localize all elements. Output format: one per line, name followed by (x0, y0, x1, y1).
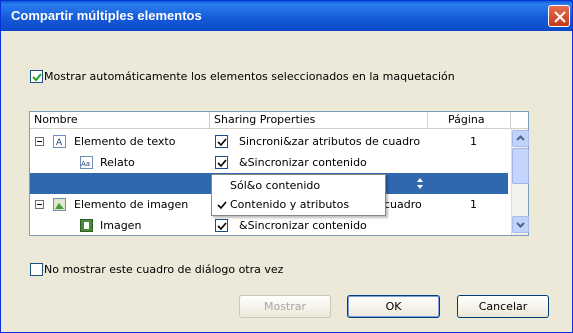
show-button[interactable]: Mostrar (239, 295, 331, 318)
dont-show-checkbox[interactable] (30, 263, 43, 276)
story-icon: Aa (80, 156, 93, 169)
collapse-icon[interactable] (35, 137, 44, 146)
sharing-dropdown-menu: Sól&o contenido Contenido y atributos (211, 174, 386, 216)
vertical-scrollbar[interactable] (511, 129, 529, 235)
column-header-page[interactable]: Página (428, 112, 511, 129)
scroll-up-button[interactable] (512, 130, 529, 147)
row-page: 1 (470, 135, 477, 148)
dont-show-label: No mostrar este cuadro de diálogo otra v… (44, 263, 284, 276)
sync-checkbox[interactable] (215, 135, 228, 148)
row-sharing: Sincroni&zar atributos de cuadro (239, 135, 421, 148)
sync-checkbox[interactable] (215, 156, 228, 169)
row-sharing: cuadro (384, 198, 422, 211)
column-header-sharing[interactable]: Sharing Properties (210, 112, 428, 129)
dialog-title: Compartir múltiples elementos (11, 8, 202, 23)
image-icon (80, 219, 93, 232)
collapse-icon[interactable] (35, 200, 44, 209)
row-name: Elemento de imagen (74, 198, 189, 211)
checkmark-icon (32, 73, 42, 82)
svg-text:Aa: Aa (81, 160, 90, 168)
column-header-name[interactable]: Nombre (30, 112, 210, 129)
row-page: 1 (470, 198, 477, 211)
scroll-thumb[interactable] (512, 148, 529, 184)
title-bar[interactable]: Compartir múltiples elementos (1, 1, 572, 31)
svg-text:A: A (56, 138, 63, 148)
row-name: Elemento de texto (74, 135, 176, 148)
share-multiple-dialog: Compartir múltiples elementos Mostrar au… (0, 0, 573, 333)
chevron-up-icon (516, 135, 525, 141)
checkmark-icon (217, 222, 227, 231)
row-name: Relato (100, 156, 135, 169)
menu-item-content-only[interactable]: Sól&o contenido (212, 176, 385, 196)
close-icon (554, 11, 566, 23)
chevron-down-icon (516, 222, 525, 228)
auto-show-label: Mostrar automáticamente los elementos se… (44, 70, 455, 83)
table-row[interactable]: Aa Relato &Sincronizar contenido (30, 152, 508, 173)
checkmark-icon (217, 159, 227, 168)
sync-checkbox[interactable] (215, 219, 228, 232)
row-sharing: &Sincronizar contenido (239, 219, 367, 232)
checkmark-icon (217, 138, 227, 147)
auto-show-checkbox[interactable] (30, 70, 43, 83)
scroll-down-button[interactable] (512, 216, 529, 233)
menu-item-label: Contenido y atributos (230, 198, 350, 211)
column-header-filler (511, 112, 528, 129)
ok-button[interactable]: OK (347, 295, 440, 318)
checkmark-icon (217, 201, 227, 210)
table-row[interactable]: A Elemento de texto Sincroni&zar atribut… (30, 131, 508, 152)
table-row[interactable]: Imagen &Sincronizar contenido (30, 215, 508, 236)
image-frame-icon (53, 198, 66, 211)
cancel-button[interactable]: Cancelar (457, 295, 549, 318)
row-sharing: &Sincronizar contenido (239, 156, 367, 169)
text-frame-icon: A (53, 135, 66, 148)
row-name: Imagen (100, 219, 142, 232)
close-button[interactable] (548, 5, 570, 27)
spinner-arrows-icon[interactable] (417, 178, 423, 189)
menu-item-content-and-attributes[interactable]: Contenido y atributos (212, 195, 385, 215)
